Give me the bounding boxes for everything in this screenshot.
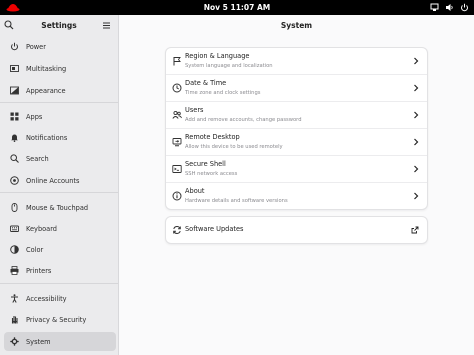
row-subtitle: System language and localization <box>185 63 273 69</box>
sidebar-item-label: Keyboard <box>26 224 57 233</box>
sidebar-item-label: Mouse & Touchpad <box>26 203 89 212</box>
sidebar-item-label: Accessibility <box>26 294 67 303</box>
row-region-language[interactable]: Region & Language System language and lo… <box>166 48 427 75</box>
sidebar-item-accessibility[interactable]: Accessibility <box>4 289 116 308</box>
main-panel: System Region & Language System language… <box>119 15 474 355</box>
clock[interactable]: Nov 5 11:07 AM <box>0 2 474 13</box>
row-about[interactable]: About Hardware details and software vers… <box>166 183 427 209</box>
apps-icon <box>9 112 19 122</box>
sidebar-item-power[interactable]: Power <box>4 37 116 56</box>
sidebar-item-search[interactable]: Search <box>4 149 116 168</box>
info-icon <box>172 191 182 201</box>
sidebar-item-keyboard[interactable]: Keyboard <box>4 219 116 238</box>
row-software-updates[interactable]: Software Updates <box>166 217 427 243</box>
sidebar-item-label: Color <box>26 245 44 254</box>
users-icon <box>172 110 182 119</box>
row-title: Users <box>185 106 204 114</box>
top-bar: Nov 5 11:07 AM <box>0 0 474 15</box>
online-accounts-icon <box>9 176 19 186</box>
clock-icon <box>172 83 182 93</box>
volume-icon <box>446 4 453 11</box>
sidebar-header: Settings <box>0 15 118 37</box>
row-title: Region & Language <box>185 52 250 60</box>
row-subtitle: SSH network access <box>185 171 238 177</box>
sidebar-divider <box>0 192 118 193</box>
sidebar-item-online-accounts[interactable]: Online Accounts <box>4 171 116 190</box>
chevron-right-icon <box>414 192 419 200</box>
sidebar-item-label: Search <box>26 154 49 163</box>
power-icon <box>9 42 19 52</box>
sidebar-item-label: Online Accounts <box>26 176 80 185</box>
chevron-right-icon <box>414 111 419 119</box>
multitasking-icon <box>9 64 19 74</box>
row-users[interactable]: Users Add and remove accounts, change pa… <box>166 102 427 129</box>
sidebar-item-appearance[interactable]: Appearance <box>4 81 116 100</box>
keyboard-icon <box>9 224 19 234</box>
power-icon <box>461 3 468 12</box>
sidebar-item-label: Power <box>26 42 46 51</box>
chevron-right-icon <box>414 138 419 146</box>
row-subtitle: Allow this device to be used remotely <box>185 144 283 150</box>
sidebar-item-mouse-touchpad[interactable]: Mouse & Touchpad <box>4 198 116 217</box>
sidebar-item-color[interactable]: Color <box>4 240 116 259</box>
appearance-icon <box>9 86 19 96</box>
search-icon <box>9 154 19 164</box>
row-title: Software Updates <box>185 225 244 233</box>
sidebar-divider <box>0 102 118 103</box>
terminal-icon <box>172 165 182 173</box>
hand-icon <box>9 315 19 325</box>
accessibility-icon <box>9 294 19 304</box>
refresh-icon <box>173 226 181 234</box>
chevron-right-icon <box>414 84 419 92</box>
sidebar-item-system[interactable]: System <box>4 332 116 351</box>
sidebar-item-label: Appearance <box>26 86 66 95</box>
color-icon <box>9 245 19 255</box>
row-date-time[interactable]: Date & Time Time zone and clock settings <box>166 75 427 102</box>
sidebar-item-multitasking[interactable]: Multitasking <box>4 59 116 78</box>
system-status-area[interactable] <box>430 2 469 13</box>
row-subtitle: Add and remove accounts, change password <box>185 117 302 123</box>
sidebar-divider <box>0 283 118 284</box>
network-icon <box>430 3 439 11</box>
sidebar-item-label: Apps <box>26 112 43 121</box>
chevron-right-icon <box>414 165 419 173</box>
printer-icon <box>9 266 19 276</box>
row-title: Remote Desktop <box>185 133 240 141</box>
hamburger-menu-icon[interactable] <box>102 21 111 30</box>
mouse-icon <box>9 203 19 213</box>
sidebar-item-notifications[interactable]: Notifications <box>4 128 116 147</box>
sidebar-item-printers[interactable]: Printers <box>4 261 116 280</box>
system-icon <box>9 337 19 347</box>
row-title: Secure Shell <box>185 160 226 168</box>
sidebar-item-apps[interactable]: Apps <box>4 107 116 126</box>
row-secure-shell[interactable]: Secure Shell SSH network access <box>166 156 427 183</box>
sidebar-item-label: Notifications <box>26 133 68 142</box>
external-link-icon <box>411 226 419 234</box>
row-remote-desktop[interactable]: Remote Desktop Allow this device to be u… <box>166 129 427 156</box>
page-title: System <box>280 21 313 30</box>
row-subtitle: Time zone and clock settings <box>185 90 261 96</box>
row-subtitle: Hardware details and software versions <box>185 198 288 204</box>
sidebar-item-label: System <box>26 337 51 346</box>
row-title: Date & Time <box>185 79 227 87</box>
sidebar: Settings Power Multitasking Appearance A… <box>0 15 119 355</box>
chevron-right-icon <box>414 57 419 65</box>
sidebar-item-label: Printers <box>26 266 52 275</box>
remote-desktop-icon <box>172 138 182 147</box>
sidebar-item-label: Multitasking <box>26 64 67 73</box>
bell-icon <box>9 133 19 143</box>
sidebar-item-label: Privacy & Security <box>26 315 87 324</box>
software-updates-card: Software Updates <box>165 216 428 244</box>
flag-icon <box>173 57 181 66</box>
sidebar-title: Settings <box>41 21 77 30</box>
sidebar-item-privacy-security[interactable]: Privacy & Security <box>4 310 116 329</box>
system-settings-list: Region & Language System language and lo… <box>165 47 428 210</box>
row-title: About <box>185 187 205 195</box>
